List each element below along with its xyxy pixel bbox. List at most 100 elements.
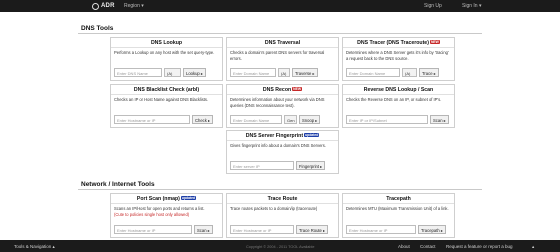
trace-button[interactable]: Trace ▸ bbox=[419, 68, 439, 77]
copyright-text: Copyright © 2004 - 2011 TOOL Available bbox=[246, 244, 315, 249]
card-dns-traversal: DNS Traversal Checks a domain's parent D… bbox=[226, 37, 339, 81]
card-form: Enter DNS Name (A) Lookup ▸ bbox=[114, 68, 207, 77]
new-badge: NEW bbox=[429, 40, 440, 44]
card-description: Determines information about your networ… bbox=[230, 97, 325, 108]
card-title: DNS Recon NEW bbox=[227, 87, 338, 93]
section-divider bbox=[78, 33, 482, 34]
dns-traversal-input[interactable]: Enter Domain Name bbox=[230, 68, 276, 77]
card-form: Enter server IP Fingerprint ▸ bbox=[230, 161, 326, 170]
card-divider bbox=[111, 203, 222, 204]
card-form: Enter Hostname or IP Trace Route ▸ bbox=[230, 225, 329, 234]
blacklist-input[interactable]: Enter Hostname or IP bbox=[114, 115, 190, 124]
card-description: Determines where a DNS Server gets it's … bbox=[346, 50, 449, 61]
card-trace-route: Trace Route Trace routes packets to a do… bbox=[226, 193, 339, 238]
card-title: DNS Tracer (DNS Traceroute) NEW bbox=[343, 40, 454, 46]
card-title: DNS Blacklist Check (arbl) bbox=[133, 87, 200, 93]
recon-type-select[interactable]: Gen bbox=[284, 115, 297, 124]
card-form: Enter Domain Name (A) Trace ▸ bbox=[346, 68, 439, 77]
check-button[interactable]: Check ▸ bbox=[192, 115, 214, 124]
site-logo[interactable]: ADR bbox=[92, 2, 115, 10]
card-divider bbox=[111, 47, 222, 48]
card-divider bbox=[227, 94, 338, 95]
card-form: Enter Hostname or IP Scan ▸ bbox=[114, 225, 213, 234]
card-title-text: DNS Recon bbox=[262, 87, 292, 93]
tracepath-input[interactable]: Enter Hostname or IP bbox=[346, 225, 416, 234]
about-link[interactable]: About bbox=[398, 244, 410, 249]
dns-lookup-input[interactable]: Enter DNS Name bbox=[114, 68, 162, 77]
new-badge: NEW bbox=[292, 87, 303, 91]
card-reverse-dns: Reverse DNS Lookup / Scan Checks the Rev… bbox=[342, 84, 455, 128]
card-divider bbox=[343, 203, 454, 204]
sign-up-link[interactable]: Sign Up bbox=[424, 3, 442, 9]
card-title: Reverse DNS Lookup / Scan bbox=[363, 87, 434, 93]
card-title: DNS Server Fingerprint updated bbox=[227, 133, 338, 139]
card-dns-recon: DNS Recon NEW Determines information abou… bbox=[226, 84, 339, 128]
card-title: DNS Lookup bbox=[150, 40, 183, 46]
card-description: Checks an IP or Host Name against DNS Bl… bbox=[114, 97, 209, 102]
card-divider bbox=[227, 203, 338, 204]
card-form: Enter Domain Name (A) Traverse ▸ bbox=[230, 68, 318, 77]
card-description: Determines MTU (Maximum Transmission Uni… bbox=[346, 206, 449, 211]
bottom-navbar: Tools & Navigation ▴ Copyright © 2004 - … bbox=[0, 240, 560, 252]
top-navbar: ADR Region ▾ Sign Up Sign In ▾ bbox=[0, 0, 560, 12]
logo-icon bbox=[92, 2, 99, 10]
card-form: Enter Hostname or IP Tracepath ▸ bbox=[346, 225, 446, 234]
card-dns-tracer: DNS Tracer (DNS Traceroute) NEW Determine… bbox=[342, 37, 455, 81]
region-menu[interactable]: Region ▾ bbox=[124, 3, 144, 9]
fingerprint-button[interactable]: Fingerprint ▸ bbox=[296, 161, 326, 170]
card-dns-blacklist: DNS Blacklist Check (arbl) Checks an IP … bbox=[110, 84, 223, 128]
updated-badge: updated bbox=[304, 133, 320, 137]
card-dns-fingerprint: DNS Server Fingerprint updated Gives fing… bbox=[226, 130, 339, 174]
feature-request-link[interactable]: Request a feature or report a bug bbox=[446, 244, 513, 249]
section-title-network-tools: Network / Internet Tools bbox=[81, 181, 155, 188]
dns-recon-input[interactable]: Enter Domain Name bbox=[230, 115, 282, 124]
card-title: Trace Route bbox=[267, 196, 298, 202]
card-title: Port Scan (nmap) updated bbox=[111, 196, 222, 202]
snoop-button[interactable]: Snoop ▸ bbox=[299, 115, 321, 124]
scroll-top-icon[interactable]: ▴ bbox=[532, 244, 534, 250]
policy-warning: (Cute to policies single host only allow… bbox=[114, 211, 190, 217]
section-title-dns-tools: DNS Tools bbox=[81, 25, 114, 32]
card-divider bbox=[111, 94, 222, 95]
card-title-text: DNS Tracer (DNS Traceroute) bbox=[357, 40, 429, 46]
port-scan-input[interactable]: Enter Hostname or IP bbox=[114, 225, 192, 234]
card-description-text: Scans an IP/Host for open ports and retu… bbox=[114, 206, 205, 211]
card-title: DNS Traversal bbox=[264, 40, 301, 46]
dns-tracer-input[interactable]: Enter Domain Name bbox=[346, 68, 400, 77]
updated-badge: updated bbox=[180, 196, 197, 200]
card-tracepath: Tracepath Determines MTU (Maximum Transm… bbox=[342, 193, 455, 238]
card-description: Trace routes packets to a domain/ip (tra… bbox=[230, 206, 318, 211]
query-type-select[interactable]: (A) bbox=[278, 68, 290, 77]
section-divider bbox=[78, 189, 482, 190]
trace-route-input[interactable]: Enter Hostname or IP bbox=[230, 225, 294, 234]
logo-text: ADR bbox=[101, 3, 115, 9]
sign-in-menu[interactable]: Sign In ▾ bbox=[462, 3, 481, 9]
card-title: Tracepath bbox=[386, 196, 411, 202]
card-divider bbox=[343, 47, 454, 48]
traverse-button[interactable]: Traverse ▸ bbox=[292, 68, 318, 77]
card-form: Enter Hostname or IP Check ▸ bbox=[114, 115, 214, 124]
card-divider bbox=[343, 94, 454, 95]
trace-route-button[interactable]: Trace Route ▸ bbox=[296, 225, 329, 234]
card-dns-lookup: DNS Lookup Performs a Lookup on any host… bbox=[110, 37, 223, 81]
contact-link[interactable]: Contact bbox=[420, 244, 436, 249]
query-type-select[interactable]: (A) bbox=[164, 68, 181, 77]
card-description: Checks a domain's parent DNS servers for… bbox=[230, 50, 325, 61]
lookup-button[interactable]: Lookup ▸ bbox=[183, 68, 207, 77]
card-port-scan: Port Scan (nmap) updated Scans an IP/Host… bbox=[110, 193, 223, 238]
card-description: Gives fingerprint info about a domain's … bbox=[230, 143, 326, 148]
card-title-text: DNS Server Fingerprint bbox=[245, 133, 304, 139]
card-title-text: Port Scan (nmap) bbox=[136, 196, 180, 202]
scan-button[interactable]: Scan ▸ bbox=[430, 115, 449, 124]
card-form: Enter Domain Name Gen Snoop ▸ bbox=[230, 115, 321, 124]
tracepath-button[interactable]: Tracepath ▸ bbox=[418, 225, 446, 234]
fingerprint-input[interactable]: Enter server IP bbox=[230, 161, 294, 170]
tools-navigation-menu[interactable]: Tools & Navigation ▴ bbox=[14, 244, 55, 250]
query-type-select[interactable]: (A) bbox=[402, 68, 417, 77]
card-description: Performs a Lookup on any host with the s… bbox=[114, 50, 215, 55]
reverse-dns-input[interactable]: Enter IP or IP/Subnet bbox=[346, 115, 428, 124]
card-form: Enter IP or IP/Subnet Scan ▸ bbox=[346, 115, 449, 124]
scan-button[interactable]: Scan ▸ bbox=[194, 225, 213, 234]
card-divider bbox=[227, 140, 338, 141]
card-description: Scans an IP/Host for open ports and retu… bbox=[114, 206, 220, 218]
